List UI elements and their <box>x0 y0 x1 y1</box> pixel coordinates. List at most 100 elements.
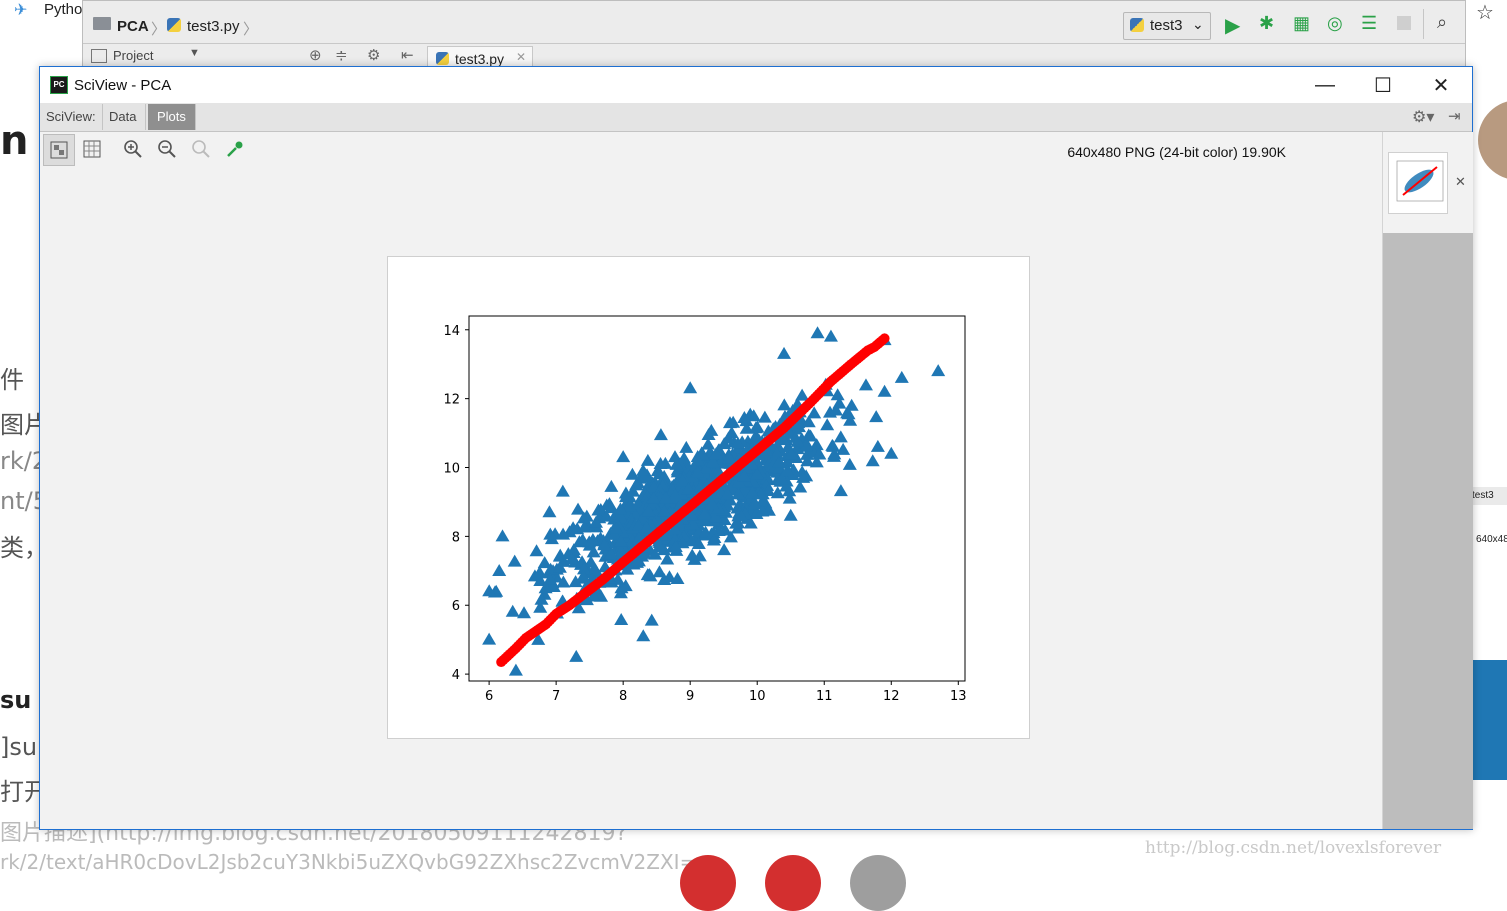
breadcrumb-project[interactable]: PCA <box>117 18 149 35</box>
ide-title-area: ✈ Pytho <box>0 0 82 20</box>
fit-zoom-button[interactable] <box>43 134 75 166</box>
data-point-triangle <box>833 484 848 497</box>
data-point-triangle <box>652 565 667 578</box>
y-tick-label: 4 <box>452 668 460 683</box>
debug-icon[interactable]: ✱ <box>1259 13 1274 34</box>
hide-panel-icon[interactable]: ⇥ <box>1448 107 1461 125</box>
x-tick-label: 13 <box>950 689 967 704</box>
zoom-out-icon <box>158 140 176 158</box>
bg-red-button[interactable] <box>680 855 736 911</box>
tab-data[interactable]: Data <box>100 104 147 130</box>
run-config-select[interactable]: test3 ⌄ <box>1123 12 1211 40</box>
run-icon[interactable]: ▶ <box>1225 13 1240 38</box>
maximize-button[interactable]: ☐ <box>1360 67 1406 103</box>
project-panel-label[interactable]: Project <box>113 48 153 63</box>
data-point-triangle <box>833 430 848 443</box>
data-point-triangle <box>783 508 798 521</box>
data-point-triangle <box>865 454 880 467</box>
data-point-triangle <box>810 326 825 339</box>
data-point-triangle <box>604 479 619 492</box>
data-point-triangle <box>644 613 659 626</box>
data-point-triangle <box>870 439 885 452</box>
eyedropper-icon <box>227 141 243 157</box>
background-page: n 件 图片 rk/2 nt/5 类，但 su ]sub 打开 <box>0 0 72 868</box>
y-tick-label: 14 <box>443 324 460 339</box>
bg-link-line: rk/2/text/aHR0cDovL2Jsb2cuY3Nkbi5uZXQvbG… <box>0 850 697 874</box>
data-point-triangle <box>555 484 570 497</box>
coverage-icon[interactable]: ▦ <box>1293 13 1310 34</box>
x-tick-label: 7 <box>552 689 560 704</box>
hide-icon[interactable]: ⇤ <box>401 46 414 64</box>
watermark: http://blog.csdn.net/lovexlsforever <box>1145 838 1442 858</box>
python-file-icon <box>167 18 181 32</box>
data-point-triangle <box>820 418 835 431</box>
python-file-icon <box>436 52 449 65</box>
pycharm-icon: ✈ <box>14 2 28 19</box>
collapse-icon[interactable]: ≑ <box>335 46 348 64</box>
data-point-triangle <box>569 649 584 662</box>
profile-icon[interactable]: ◎ <box>1327 13 1343 34</box>
avatar <box>1478 100 1507 180</box>
chevron-down-icon: ⌄ <box>1192 16 1204 32</box>
bg-red-button[interactable] <box>765 855 821 911</box>
gear-icon[interactable]: ⚙▾ <box>1412 107 1434 127</box>
thumbnail-scrollbar[interactable] <box>1383 233 1473 829</box>
sciview-tabbar: SciView: Data Plots ⚙▾ ⇥ <box>40 103 1472 132</box>
data-point-triangle <box>495 529 510 542</box>
close-thumbnail-icon[interactable]: ✕ <box>1455 174 1466 190</box>
data-point-triangle <box>542 505 557 518</box>
pycharm-logo-icon: PC <box>50 76 68 94</box>
scatter-chart: 6 7 8 9 10 11 12 13 4 6 8 10 12 14 <box>443 315 967 704</box>
data-point-triangle <box>877 384 892 397</box>
grid-icon <box>83 140 101 158</box>
zoom-out-button[interactable] <box>152 134 182 164</box>
minimize-button[interactable]: — <box>1302 67 1348 103</box>
tab-plots[interactable]: Plots <box>148 104 196 130</box>
app-title: Pytho <box>44 1 83 18</box>
plot-toolbar: 640x480 PNG (24-bit color) 19.90K <box>40 132 1382 166</box>
python-icon <box>1130 18 1144 32</box>
data-point-triangle <box>842 457 857 470</box>
bg-gray-button[interactable] <box>850 855 906 911</box>
thumbnail-panel: ✕ <box>1382 132 1473 829</box>
data-point-triangle <box>640 453 655 466</box>
plot-thumbnail[interactable] <box>1388 152 1448 214</box>
sciview-window: PC SciView - PCA — ☐ ✕ SciView: Data Plo… <box>39 66 1473 830</box>
bg-text-line: 件 <box>0 366 24 394</box>
y-tick-label: 10 <box>443 462 460 477</box>
data-point-triangle <box>571 502 586 515</box>
zoom-in-button[interactable] <box>118 134 148 164</box>
color-picker-button[interactable] <box>220 134 250 164</box>
run-config-label: test3 <box>1150 17 1183 34</box>
divider <box>1423 9 1424 39</box>
locate-icon[interactable]: ⊕ <box>309 46 322 64</box>
zoom-in-icon <box>124 140 142 158</box>
data-point-triangle <box>616 450 631 463</box>
search-icon[interactable]: ⌕ <box>1437 12 1447 33</box>
data-point-triangle <box>625 467 640 480</box>
data-point-triangle <box>507 554 522 567</box>
y-tick-label: 6 <box>452 599 460 614</box>
title-bar: PC SciView - PCA — ☐ ✕ <box>40 67 1472 103</box>
data-point-triangle <box>614 613 629 626</box>
close-tab-icon[interactable]: ✕ <box>516 50 526 64</box>
concurrency-icon[interactable]: ☰ <box>1361 13 1377 34</box>
tool-window-bar: Project ▼ ⊕ ≑ ⚙ ⇤ test3.py ✕ <box>83 43 1465 69</box>
data-point-triangle <box>894 370 909 383</box>
data-point-triangle <box>492 564 507 577</box>
actual-size-button[interactable] <box>186 134 216 164</box>
gear-icon[interactable]: ⚙ <box>367 46 380 64</box>
chevron-right-icon: 〉 <box>151 21 167 38</box>
data-point-triangle <box>823 329 838 342</box>
plot-image: 6 7 8 9 10 11 12 13 4 6 8 10 12 14 <box>387 256 1030 739</box>
data-point-triangle <box>529 544 544 557</box>
chessboard-icon <box>50 141 68 159</box>
close-button[interactable]: ✕ <box>1418 67 1464 103</box>
grid-button[interactable] <box>77 134 107 164</box>
project-icon <box>91 49 107 63</box>
dropdown-icon[interactable]: ▼ <box>189 47 200 59</box>
breadcrumb-file[interactable]: test3.py <box>187 18 240 35</box>
stop-icon[interactable] <box>1397 16 1411 30</box>
data-point-triangle <box>931 364 946 377</box>
star-icon[interactable]: ☆ <box>1476 0 1494 25</box>
